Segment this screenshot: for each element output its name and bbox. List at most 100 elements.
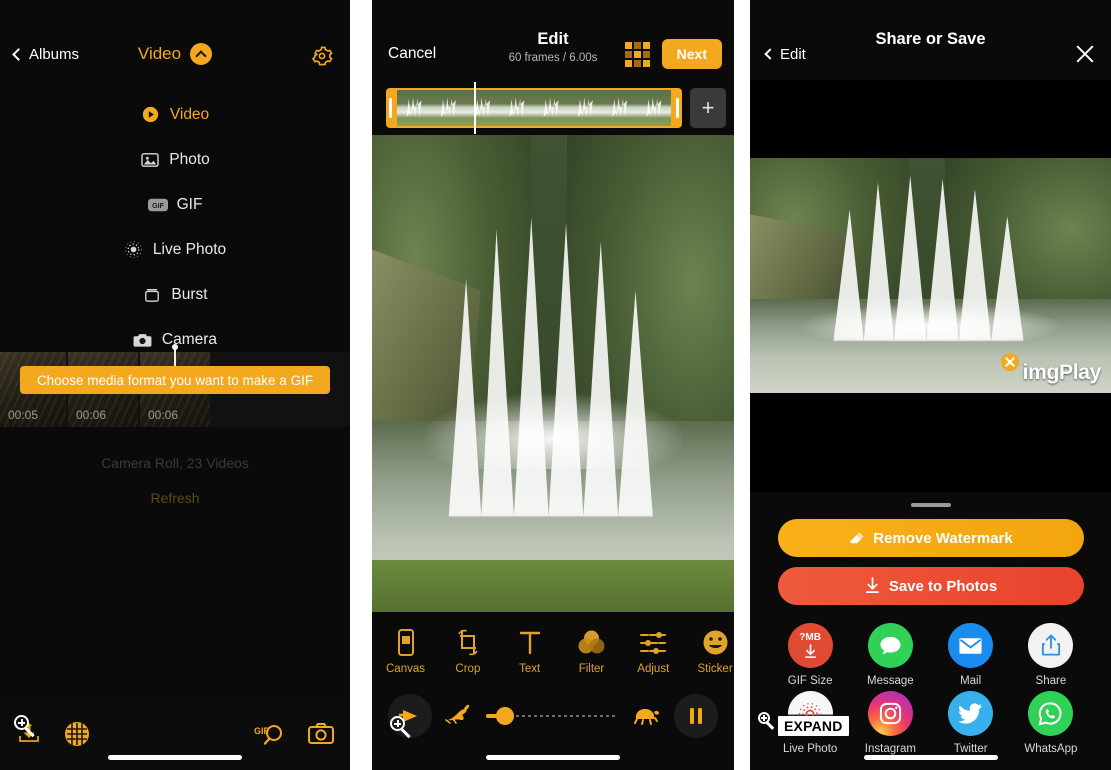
tool-canvas[interactable]: Canvas [386, 628, 425, 675]
filmstrip-row: + [372, 80, 734, 135]
menu-item-burst[interactable]: Burst [0, 272, 350, 317]
sticker-icon [702, 628, 729, 656]
library-panel: Albums Video Video Photo GIF GIF Live Ph… [0, 0, 350, 770]
burst-icon [142, 285, 162, 305]
canvas-icon [395, 628, 417, 656]
thumbnail-duration: 00:06 [148, 408, 179, 422]
tool-label: Crop [455, 663, 481, 675]
cancel-button[interactable]: Cancel [388, 45, 436, 63]
menu-item-label: Photo [169, 150, 210, 168]
settings-button[interactable] [310, 44, 334, 73]
chevron-up-icon[interactable] [190, 43, 213, 65]
trim-handle-right[interactable] [676, 97, 679, 118]
turtle-icon[interactable] [630, 703, 662, 730]
share-target-mail[interactable]: Mail [931, 623, 1011, 687]
tool-sticker[interactable]: Sticker [696, 628, 734, 675]
media-format-title[interactable]: Video [138, 44, 181, 64]
home-indicator [863, 755, 998, 760]
menu-item-photo[interactable]: Photo [0, 137, 350, 182]
thumbnail-duration: 00:05 [8, 408, 39, 422]
add-clip-button[interactable]: + [690, 87, 726, 128]
tool-label: Adjust [637, 663, 670, 675]
chevron-left-icon [764, 48, 776, 60]
speed-slider[interactable] [486, 706, 618, 726]
media-format-menu: Video Photo GIF GIF Live Photo Burst Cam… [0, 80, 350, 362]
menu-item-label: Camera [161, 330, 218, 348]
menu-item-label: Live Photo [152, 240, 227, 258]
pattern-ball-icon[interactable] [64, 721, 90, 752]
tool-crop[interactable]: Crop [449, 628, 487, 675]
chevron-left-icon [12, 47, 25, 61]
gifsize-icon: ?MB [787, 623, 833, 668]
filmstrip-trimmer[interactable] [386, 81, 682, 134]
remove-watermark-button[interactable]: Remove Watermark [777, 519, 1084, 557]
save-label: Save to Photos [888, 577, 998, 595]
library-navbar: Albums Video [0, 0, 350, 80]
share-target-instagram[interactable]: Instagram [850, 691, 930, 755]
play-icon [398, 710, 417, 722]
tool-text[interactable]: Text [511, 628, 549, 675]
filmstrip-frames [397, 89, 671, 126]
expand-badge: EXPAND [778, 716, 849, 736]
playhead[interactable] [474, 81, 476, 134]
play-button[interactable] [388, 694, 432, 738]
tool-filter[interactable]: Filter [573, 628, 611, 675]
menu-item-video[interactable]: Video [0, 92, 350, 137]
close-circle-icon[interactable] [1000, 353, 1019, 371]
import-icon[interactable] [16, 722, 42, 751]
menu-item-label: Video [169, 105, 210, 123]
menu-item-label: GIF [176, 195, 203, 213]
back-to-edit-button[interactable]: Edit [764, 46, 806, 63]
thumbnail-duration: 00:06 [76, 408, 107, 422]
menu-item-gif[interactable]: GIF GIF [0, 182, 350, 227]
gif-search-icon[interactable]: GIF [252, 721, 286, 752]
share-preview[interactable]: imgPlay [750, 80, 1111, 492]
gif-badge-icon: GIF [147, 195, 168, 215]
share-target-label: WhatsApp [1024, 743, 1078, 755]
share-target-share[interactable]: Share [1011, 623, 1091, 687]
next-button[interactable]: Next [661, 39, 722, 69]
gear-icon [311, 46, 333, 66]
play-circle-icon [141, 105, 161, 125]
share-target-label: Mail [960, 675, 982, 687]
share-target-message[interactable]: Message [850, 623, 930, 687]
pause-button[interactable] [674, 694, 718, 738]
twitter-icon [948, 691, 994, 736]
share-icon [1028, 623, 1074, 668]
home-indicator [108, 755, 242, 760]
camera-icon [133, 330, 153, 350]
save-to-photos-button[interactable]: Save to Photos [777, 567, 1084, 605]
tool-label: Filter [578, 663, 605, 675]
camera-icon[interactable] [308, 722, 334, 750]
tool-label: Canvas [386, 663, 425, 675]
fountain-scene-image: imgPlay [750, 158, 1111, 393]
photo-icon [140, 150, 160, 170]
share-target-gif-size[interactable]: ?MB GIF Size [770, 623, 850, 687]
menu-item-live-photo[interactable]: Live Photo [0, 227, 350, 272]
tool-adjust[interactable]: Adjust [634, 628, 672, 675]
filter-icon [578, 628, 605, 656]
tool-label: Text [519, 663, 541, 675]
rabbit-icon[interactable] [444, 702, 474, 731]
share-target-whatsapp[interactable]: WhatsApp [1011, 691, 1091, 755]
share-target-label: Share [1035, 675, 1067, 687]
playback-controls [372, 690, 734, 742]
grid-icon[interactable] [624, 41, 650, 67]
fountain-scene-image [372, 135, 734, 612]
refresh-button[interactable]: Refresh [0, 490, 350, 506]
share-target-label: Message [867, 675, 914, 687]
tooltip-pointer [172, 344, 178, 366]
close-button[interactable] [1075, 44, 1095, 64]
slider-knob[interactable] [496, 707, 514, 725]
share-target-twitter[interactable]: Twitter [931, 691, 1011, 755]
trim-handle-left[interactable] [389, 97, 392, 118]
remove-watermark-label: Remove Watermark [873, 529, 1013, 547]
sheet-grabber[interactable] [910, 503, 951, 507]
tooltip-message: Choose media format you want to make a G… [20, 366, 330, 394]
back-to-albums-button[interactable]: Albums [12, 46, 79, 63]
edit-panel: Cancel Edit 60 frames / 6.00s Next + Can… [372, 0, 734, 770]
video-preview[interactable] [372, 135, 734, 612]
share-target-label: Live Photo [782, 743, 838, 755]
adjust-icon [639, 628, 667, 656]
share-navbar: Edit Share or Save [750, 0, 1111, 80]
